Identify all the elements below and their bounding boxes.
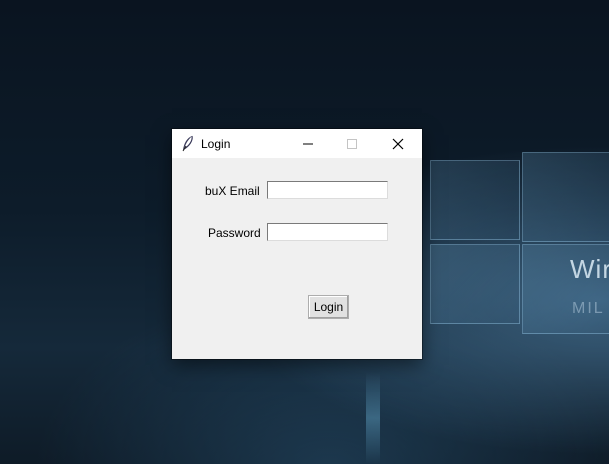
- windows-logo-pane-bottom-left: [430, 244, 520, 324]
- email-field[interactable]: [267, 181, 388, 199]
- title-bar[interactable]: Login: [172, 129, 422, 158]
- desktop-logo-text: Wir: [570, 254, 609, 284]
- minimize-button[interactable]: [286, 129, 330, 158]
- maximize-icon: [347, 138, 357, 149]
- close-button[interactable]: [376, 129, 420, 158]
- desktop-logo-subtext: MIL: [572, 300, 605, 317]
- maximize-button[interactable]: [330, 129, 374, 158]
- minimize-icon: [303, 143, 313, 144]
- email-label: buX Email: [205, 184, 260, 198]
- light-streak: [366, 372, 380, 464]
- login-form: buX Email Password Login: [172, 158, 422, 359]
- close-icon: [392, 138, 404, 149]
- feather-icon: [181, 135, 195, 152]
- login-button[interactable]: Login: [308, 295, 349, 319]
- login-window: Login buX Email Password Login: [172, 129, 422, 359]
- password-field[interactable]: [267, 223, 388, 241]
- windows-logo-pane-top-right: [522, 152, 609, 242]
- windows-logo-pane-top-left: [430, 160, 520, 240]
- password-label: Password: [208, 226, 261, 240]
- window-title: Login: [201, 137, 231, 151]
